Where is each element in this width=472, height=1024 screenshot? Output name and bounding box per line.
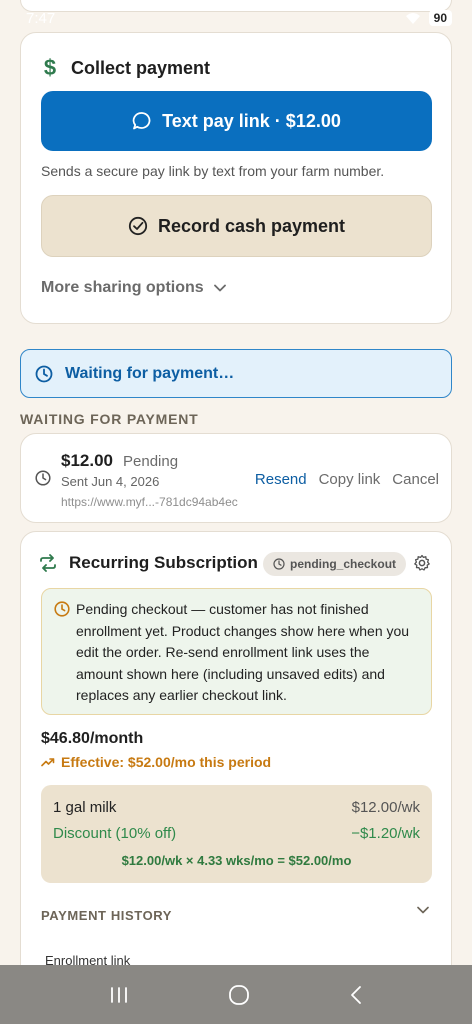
- waiting-section-label: WAITING FOR PAYMENT: [20, 411, 199, 427]
- pending-sent-date: Sent Jun 4, 2026: [61, 474, 160, 489]
- clock-icon: [35, 470, 51, 486]
- chevron-down-icon: [213, 284, 226, 292]
- effective-price-text: Effective: $52.00/mo this period: [61, 754, 272, 770]
- chat-bubble-icon: [132, 112, 151, 130]
- waiting-for-payment-banner: Waiting for payment…: [20, 349, 452, 398]
- battery-indicator: 90: [428, 10, 452, 26]
- clock-icon: [273, 558, 285, 570]
- copy-link-button[interactable]: Copy link: [319, 471, 381, 488]
- monthly-formula: $12.00/wk × 4.33 wks/mo = $52.00/mo: [121, 853, 352, 868]
- text-pay-link-label: Text pay link · $12.00: [162, 110, 341, 131]
- pending-status: Pending: [123, 453, 179, 470]
- more-sharing-options-toggle[interactable]: More sharing options: [41, 279, 226, 297]
- trending-up-icon: [41, 758, 55, 767]
- discount-name: Discount (10% off): [53, 825, 177, 842]
- line-item-value: $12.00/wk: [351, 799, 420, 816]
- clock-icon: [54, 601, 70, 617]
- payment-history-toggle[interactable]: PAYMENT HISTORY: [41, 908, 172, 923]
- chevron-down-icon[interactable]: [417, 906, 429, 914]
- resend-button[interactable]: Resend: [255, 471, 307, 488]
- discount-value: −$1.20/wk: [351, 825, 420, 842]
- discount-row: Discount (10% off) −$1.20/wk: [53, 825, 420, 842]
- home-icon[interactable]: [228, 984, 250, 1006]
- collect-payment-title: Collect payment: [71, 57, 211, 78]
- subscription-price: $46.80/month: [41, 730, 144, 747]
- back-icon[interactable]: [349, 985, 363, 1005]
- pending-actions: Resend Copy link Cancel: [255, 471, 439, 488]
- effective-price: Effective: $52.00/mo this period: [41, 754, 271, 770]
- status-badge: pending_checkout: [263, 552, 407, 576]
- banner-text: Waiting for payment…: [65, 364, 235, 382]
- pay-link-note: Sends a secure pay link by text from you…: [41, 163, 385, 179]
- pending-checkout-note: Pending checkout — customer has not fini…: [41, 588, 432, 715]
- wifi-icon: [405, 13, 420, 24]
- status-bar: 7:47 90: [0, 0, 472, 36]
- pending-checkout-note-text: Pending checkout — customer has not fini…: [76, 601, 410, 703]
- repeat-icon: [40, 554, 56, 572]
- line-item-name: 1 gal milk: [53, 799, 117, 816]
- subscription-header: Recurring Subscription: [39, 553, 258, 573]
- cancel-button[interactable]: Cancel: [392, 471, 439, 488]
- check-circle-icon: [128, 216, 148, 236]
- system-navigation-bar: [0, 965, 472, 1024]
- text-pay-link-button[interactable]: Text pay link · $12.00: [41, 91, 432, 151]
- status-time: 7:47: [26, 9, 56, 27]
- line-item-row: 1 gal milk $12.00/wk: [53, 799, 420, 816]
- pending-payment-card: $12.00 Pending Sent Jun 4, 2026 https://…: [20, 433, 452, 523]
- more-sharing-label: More sharing options: [41, 279, 204, 296]
- recurring-subscription-card: Recurring Subscription pending_checkout …: [20, 531, 452, 981]
- collect-payment-header: $ Collect payment: [41, 55, 210, 81]
- record-cash-label: Record cash payment: [157, 215, 346, 236]
- recent-apps-icon[interactable]: [109, 986, 129, 1004]
- pending-amount: $12.00: [61, 451, 113, 470]
- clock-icon: [35, 365, 53, 382]
- subscription-title: Recurring Subscription: [69, 553, 258, 572]
- pending-pay-link-url: https://www.myf...-781dc94ab4ec: [61, 495, 238, 509]
- gear-icon[interactable]: [413, 554, 431, 572]
- price-breakdown: 1 gal milk $12.00/wk Discount (10% off) …: [41, 785, 432, 883]
- record-cash-payment-button[interactable]: Record cash payment: [41, 195, 432, 257]
- status-badge-text: pending_checkout: [290, 557, 397, 571]
- collect-payment-card: $ Collect payment Text pay link · $12.00…: [20, 32, 452, 324]
- dollar-icon: $: [43, 55, 57, 80]
